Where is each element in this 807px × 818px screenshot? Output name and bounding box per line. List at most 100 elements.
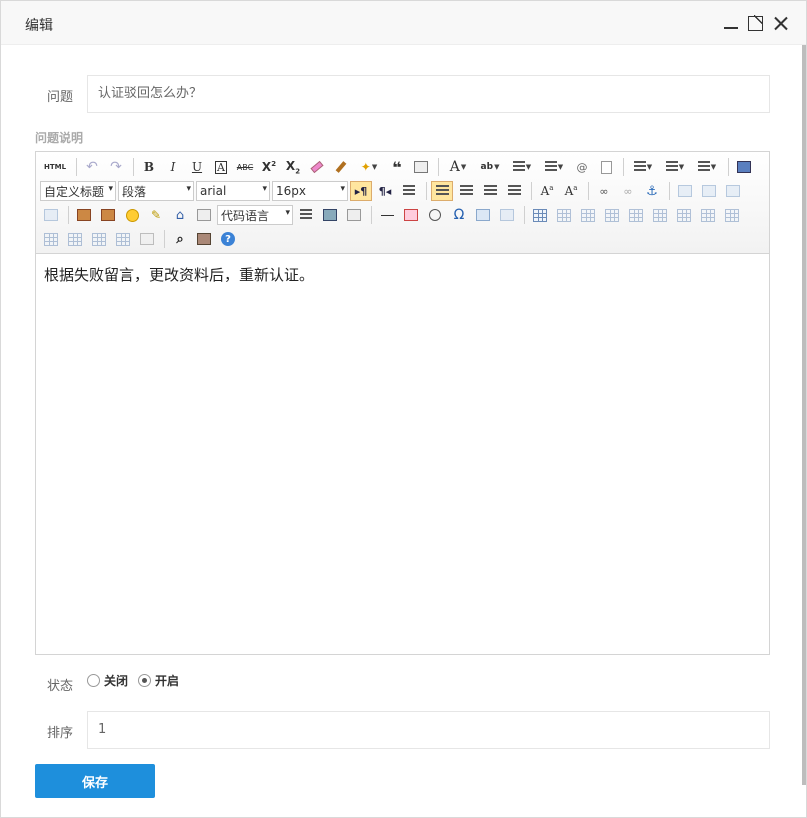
align-right-icon[interactable]: [479, 181, 501, 201]
image-right-icon[interactable]: [722, 181, 744, 201]
font-border-icon[interactable]: A: [210, 157, 232, 177]
italic-icon[interactable]: I: [162, 157, 184, 177]
page-break-icon[interactable]: [295, 205, 317, 225]
subscript-icon[interactable]: X2: [282, 157, 304, 177]
delete-col-icon[interactable]: [673, 205, 695, 225]
rtl-direction-icon[interactable]: ¶◂: [374, 181, 396, 201]
close-icon[interactable]: [773, 15, 789, 31]
drafts-icon[interactable]: [193, 229, 215, 249]
image-left-icon[interactable]: [698, 181, 720, 201]
minimize-icon[interactable]: [723, 15, 739, 31]
anchor-icon[interactable]: ⚓: [641, 181, 663, 201]
date-icon[interactable]: [400, 205, 422, 225]
to-uppercase-icon[interactable]: Aa: [536, 181, 558, 201]
undo-icon[interactable]: ↶: [81, 157, 103, 177]
ordered-list-icon[interactable]: ▼: [507, 157, 537, 177]
time-icon[interactable]: [424, 205, 446, 225]
charts-icon[interactable]: [136, 229, 158, 249]
sort-label: 排序: [47, 726, 74, 741]
align-left-icon[interactable]: [431, 181, 453, 201]
link-icon[interactable]: ∞: [593, 181, 615, 201]
row-spacing-top-icon[interactable]: ▼: [628, 157, 658, 177]
blank-page-icon[interactable]: [595, 157, 617, 177]
insert-paragraph-before-table-icon[interactable]: [577, 205, 599, 225]
background-color-icon[interactable]: ab ▼: [475, 157, 505, 177]
status-off-radio[interactable]: [87, 674, 100, 687]
align-justify-icon[interactable]: [503, 181, 525, 201]
insert-frame-icon[interactable]: [472, 205, 494, 225]
font-family-select[interactable]: arial: [196, 181, 270, 201]
split-to-rows-icon[interactable]: [64, 229, 86, 249]
insert-image-icon[interactable]: [97, 205, 119, 225]
merge-right-icon[interactable]: [721, 205, 743, 225]
question-input[interactable]: 认证驳回怎么办？: [87, 75, 770, 113]
font-color-icon[interactable]: A ▼: [443, 157, 473, 177]
status-label: 状态: [47, 679, 74, 694]
scrollbar[interactable]: [802, 45, 806, 785]
row-spacing-bottom-icon[interactable]: ▼: [660, 157, 690, 177]
merge-down-icon[interactable]: [40, 229, 62, 249]
unlink-chain-icon[interactable]: ∞: [617, 181, 639, 201]
editor-content[interactable]: 根据失败留言，更改资料后，重新认证。: [44, 264, 314, 285]
superscript-icon[interactable]: X2: [258, 157, 280, 177]
align-center-icon[interactable]: [455, 181, 477, 201]
template-icon[interactable]: [319, 205, 341, 225]
blockquote-icon[interactable]: ❝: [386, 157, 408, 177]
description-label: 问题说明: [35, 131, 84, 145]
unlink-icon[interactable]: @: [571, 157, 593, 177]
delete-row-icon[interactable]: [625, 205, 647, 225]
editor-toolbar: HTML ↶ ↷ B I U A ABC X2 X2 ✦ ▼ ❝ A ▼ ab ▼: [36, 152, 769, 254]
status-off-label[interactable]: 关闭: [104, 672, 128, 689]
search-replace-icon[interactable]: ⌕: [169, 229, 191, 249]
special-chars-icon[interactable]: Ω: [448, 205, 470, 225]
image-none-icon[interactable]: [674, 181, 696, 201]
help-icon[interactable]: ?: [217, 229, 239, 249]
dialog-title: 编辑: [25, 18, 53, 34]
status-radio-group: 关闭 开启: [87, 672, 189, 689]
split-to-cols-icon[interactable]: [88, 229, 110, 249]
paste-plain-icon[interactable]: [410, 157, 432, 177]
redo-icon[interactable]: ↷: [105, 157, 127, 177]
insert-table-icon[interactable]: [529, 205, 551, 225]
maximize-icon[interactable]: [747, 15, 763, 31]
html-source-button[interactable]: HTML: [40, 157, 70, 177]
split-to-cells-icon[interactable]: [112, 229, 134, 249]
auto-format-icon[interactable]: ✦ ▼: [354, 157, 384, 177]
font-size-select[interactable]: 16px: [272, 181, 348, 201]
toolbar-row-2: 自定义标题 段落 arial 16px ▸¶ ¶◂ Aa Aa ∞ ∞ ⚓: [40, 180, 746, 202]
map-icon[interactable]: [193, 205, 215, 225]
code-language-select[interactable]: 代码语言: [217, 205, 293, 225]
insert-col-icon[interactable]: [649, 205, 671, 225]
eraser-icon[interactable]: [306, 157, 328, 177]
horizontal-rule-icon[interactable]: [376, 205, 398, 225]
background-icon[interactable]: [343, 205, 365, 225]
unordered-list-icon[interactable]: ▼: [539, 157, 569, 177]
rich-text-editor: HTML ↶ ↷ B I U A ABC X2 X2 ✦ ▼ ❝ A ▼ ab ▼: [35, 151, 770, 655]
underline-icon[interactable]: U: [186, 157, 208, 177]
preview-icon[interactable]: [733, 157, 755, 177]
wordimage-icon[interactable]: [496, 205, 518, 225]
line-height-icon[interactable]: ▼: [692, 157, 722, 177]
merge-cells-icon[interactable]: [697, 205, 719, 225]
format-brush-icon[interactable]: [330, 157, 352, 177]
attachment-icon[interactable]: ⌂: [169, 205, 191, 225]
delete-table-icon[interactable]: [553, 205, 575, 225]
paragraph-select[interactable]: 段落: [118, 181, 194, 201]
status-on-radio[interactable]: [138, 674, 152, 687]
scrawl-icon[interactable]: ✎: [145, 205, 167, 225]
toolbar-row-3: ✎ ⌂ 代码语言 Ω: [40, 204, 745, 226]
indent-icon[interactable]: [398, 181, 420, 201]
save-button[interactable]: 保存: [35, 764, 155, 798]
to-lowercase-icon[interactable]: Aa: [560, 181, 582, 201]
sort-input[interactable]: 1: [87, 711, 770, 749]
status-on-label[interactable]: 开启: [155, 672, 179, 689]
image-center-icon[interactable]: [40, 205, 62, 225]
edit-dialog: 编辑 问题 认证驳回怎么办？ 问题说明 HTML ↶ ↷ B I U A ABC…: [0, 0, 807, 818]
ltr-direction-icon[interactable]: ▸¶: [350, 181, 372, 201]
custom-title-select[interactable]: 自定义标题: [40, 181, 116, 201]
bold-icon[interactable]: B: [138, 157, 160, 177]
emotion-icon[interactable]: [121, 205, 143, 225]
insert-row-icon[interactable]: [601, 205, 623, 225]
simple-upload-icon[interactable]: [73, 205, 95, 225]
strikethrough-icon[interactable]: ABC: [234, 157, 256, 177]
